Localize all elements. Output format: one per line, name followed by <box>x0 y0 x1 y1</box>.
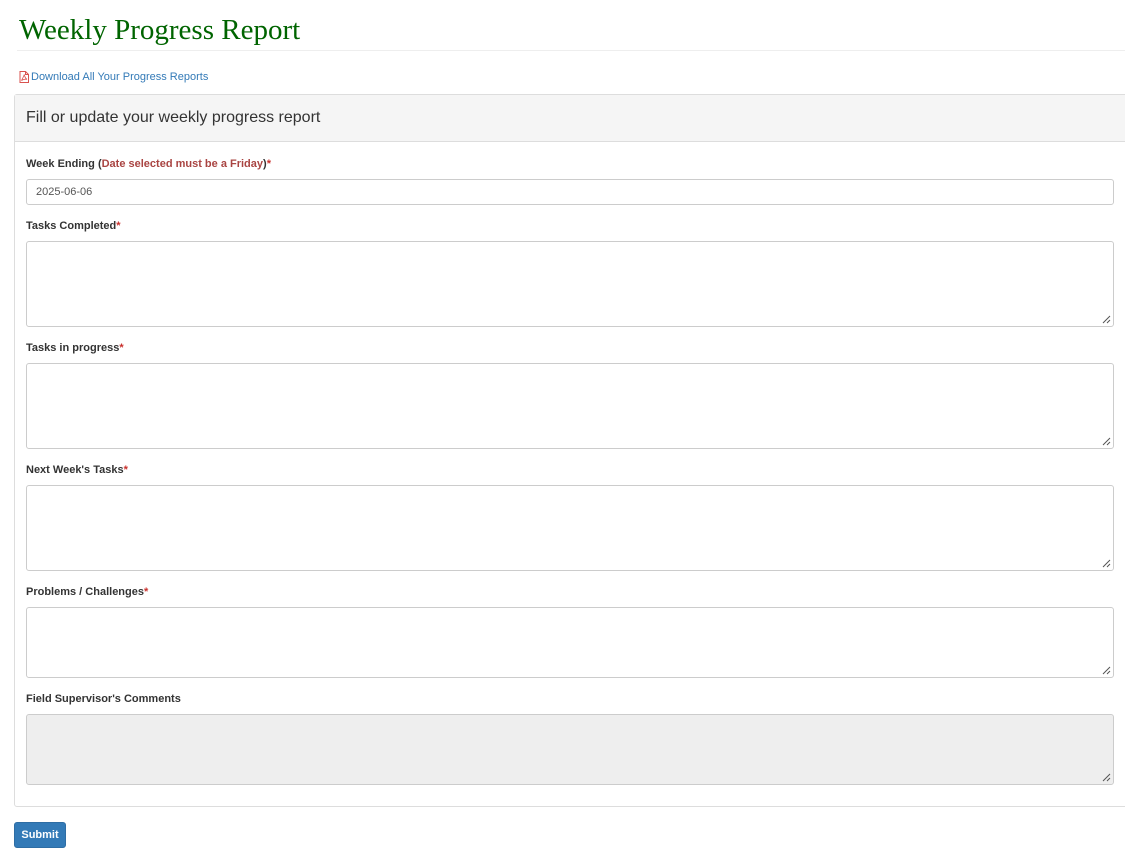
week-ending-label: Week Ending (Date selected must be a Fri… <box>26 158 271 170</box>
download-link-label: Download All Your Progress Reports <box>31 71 209 83</box>
supervisor-comments-textarea <box>26 714 1114 785</box>
page-title: Weekly Progress Report <box>19 14 301 46</box>
required-asterisk: * <box>143 586 149 598</box>
next-week-tasks-label: Next Week's Tasks* <box>26 464 128 476</box>
resize-grip-icon[interactable] <box>1100 313 1111 324</box>
progress-report-panel: Fill or update your weekly progress repo… <box>14 94 1125 807</box>
submit-button[interactable]: Submit <box>14 822 66 848</box>
friday-hint: Date selected must be a Friday <box>101 158 264 170</box>
download-reports-link[interactable]: Download All Your Progress Reports <box>19 70 208 84</box>
resize-grip-icon[interactable] <box>1100 557 1111 568</box>
required-asterisk: * <box>123 464 128 476</box>
week-ending-value: 2025-06-06 <box>36 186 93 198</box>
required-asterisk: * <box>116 220 121 232</box>
supervisor-comments-label: Field Supervisor's Comments <box>26 693 181 705</box>
tasks-in-progress-label: Tasks in progress* <box>26 342 124 354</box>
week-ending-date-input[interactable]: 2025-06-06 <box>26 179 1114 205</box>
resize-grip-icon <box>1102 773 1111 782</box>
tasks-in-progress-textarea[interactable] <box>26 363 1114 449</box>
problems-challenges-textarea[interactable] <box>26 607 1114 678</box>
resize-grip-icon[interactable] <box>1100 435 1111 446</box>
file-pdf-icon <box>19 71 29 83</box>
required-asterisk: * <box>266 158 271 170</box>
tasks-completed-label: Tasks Completed* <box>26 220 121 232</box>
resize-grip-icon[interactable] <box>1100 664 1111 675</box>
problems-challenges-label: Problems / Challenges* <box>26 586 149 598</box>
required-asterisk: * <box>119 342 124 354</box>
panel-heading: Fill or update your weekly progress repo… <box>15 95 1125 142</box>
panel-title: Fill or update your weekly progress repo… <box>26 109 321 126</box>
tasks-completed-textarea[interactable] <box>26 241 1114 327</box>
next-week-tasks-textarea[interactable] <box>26 485 1114 571</box>
title-divider <box>17 50 1125 51</box>
